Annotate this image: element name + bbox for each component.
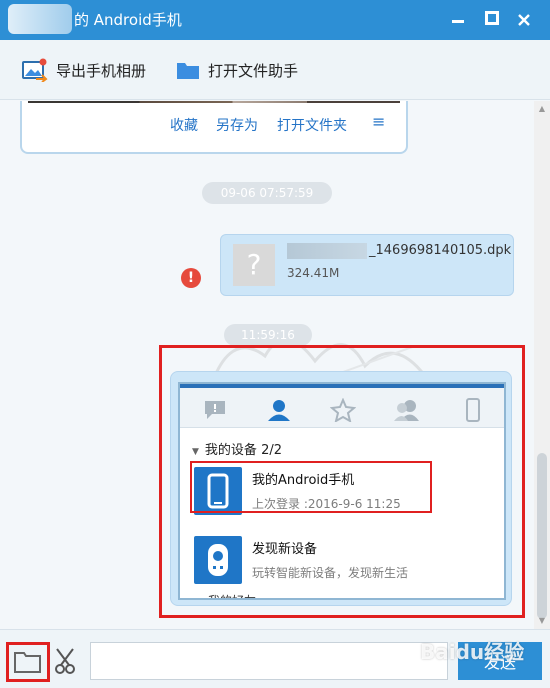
open-folder-link[interactable]: 打开文件夹 [277, 115, 347, 135]
export-album-label: 导出手机相册 [56, 61, 147, 80]
scroll-thumb[interactable] [537, 453, 547, 619]
file-name: _1469698140105.dpk [369, 243, 512, 258]
save-as-link[interactable]: 另存为 [216, 115, 258, 135]
file-message-bubble[interactable]: ? _1469698140105.dpk 324.41M [220, 234, 514, 296]
collect-link[interactable]: 收藏 [170, 115, 198, 135]
timestamp: 09-06 07:57:59 [202, 182, 332, 204]
maximize-button[interactable] [480, 8, 504, 32]
window-title: 的 Android手机 [74, 11, 182, 29]
close-icon [518, 14, 530, 26]
message-input[interactable] [90, 642, 448, 680]
scroll-down-icon[interactable]: ▼ [537, 616, 547, 626]
export-album-button[interactable]: 导出手机相册 [22, 56, 146, 84]
timestamp: 11:59:16 [224, 324, 312, 346]
photo-message-card: 收藏 另存为 打开文件夹 ≡ [20, 101, 408, 154]
chat-history[interactable]: 收藏 另存为 打开文件夹 ≡ 09-06 07:57:59 ! ? _14696… [0, 101, 534, 629]
close-button[interactable] [512, 8, 536, 32]
highlight-box [159, 345, 525, 618]
blurred-filename [287, 243, 367, 259]
baidu-watermark: Baidu经验 [420, 640, 525, 664]
folder-icon [14, 652, 41, 673]
maximize-icon [485, 11, 499, 25]
photo-thumbnail-strip[interactable] [28, 101, 400, 103]
unknown-file-icon: ? [233, 244, 275, 286]
avatar [8, 4, 72, 34]
minimize-icon [452, 20, 464, 23]
chat-scrollbar[interactable]: ▲ ▼ [534, 101, 550, 629]
folder-icon [177, 63, 199, 79]
export-photo-icon [22, 58, 48, 82]
send-file-button[interactable] [6, 642, 50, 682]
open-file-assistant-label: 打开文件助手 [208, 61, 299, 80]
toolbar: 导出手机相册 打开文件助手 [0, 40, 550, 100]
title-bar: 的 Android手机 [0, 0, 550, 40]
scroll-up-icon[interactable]: ▲ [537, 104, 547, 114]
minimize-button[interactable] [446, 8, 470, 32]
open-file-assistant-button[interactable]: 打开文件助手 [176, 56, 298, 84]
warning-icon[interactable]: ! [181, 268, 201, 288]
file-size: 324.41M [287, 266, 340, 280]
screenshot-button[interactable] [52, 647, 78, 677]
scissors-icon [55, 648, 75, 674]
menu-icon[interactable]: ≡ [372, 112, 385, 131]
